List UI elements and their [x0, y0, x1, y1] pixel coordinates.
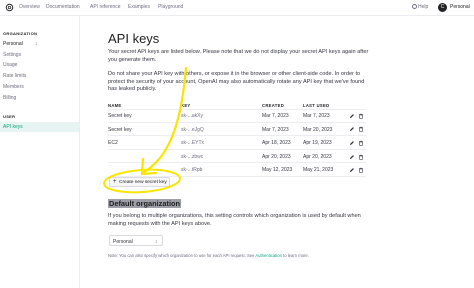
column-header-created: CREATED: [262, 103, 285, 108]
warning-text: Do not share your API key with others, o…: [108, 71, 365, 93]
note-prefix: Note: You can also specify which organiz…: [108, 253, 256, 258]
table-divider: [108, 135, 366, 137]
annotation-arrowhead: [140, 157, 158, 176]
trash-icon[interactable]: [358, 113, 364, 119]
edit-icon[interactable]: [349, 113, 355, 119]
table-divider: [108, 162, 366, 164]
organization-selector[interactable]: Personal ↕: [3, 41, 41, 48]
table-divider: [108, 121, 366, 123]
key-value-cell: sk-...eJgQ: [181, 126, 204, 133]
create-secret-key-label: Create new secret key: [119, 180, 167, 186]
table-divider: [108, 148, 366, 150]
default-organization-select[interactable]: Personal ↕: [109, 235, 163, 246]
nav-api-reference[interactable]: API reference: [90, 4, 121, 10]
trash-icon[interactable]: [358, 140, 364, 146]
last-used-date-cell: Apr 20, 2023: [303, 153, 332, 160]
trash-icon[interactable]: [358, 167, 364, 173]
last-used-date-cell: Apr 19, 2023: [303, 140, 332, 147]
edit-icon[interactable]: [349, 140, 355, 146]
last-used-date-cell: May 21, 2023: [303, 167, 334, 174]
nav-overview[interactable]: Overview: [19, 4, 40, 10]
sidebar-section-user: USER: [3, 114, 16, 119]
sidebar-section-organization: ORGANIZATION: [3, 31, 38, 36]
default-organization-description: If you belong to multiple organizations,…: [108, 213, 361, 227]
note-suffix: to learn more.: [281, 253, 309, 258]
sidebar-item-label: API keys: [3, 124, 23, 130]
trash-icon[interactable]: [358, 154, 364, 160]
sidebar-item-api-keys[interactable]: API keys: [0, 122, 79, 132]
sidebar-item-members[interactable]: Members: [3, 84, 24, 90]
default-organization-title: Default organization: [108, 199, 182, 208]
nav-documentation[interactable]: Documentation: [46, 4, 80, 10]
chevron-updown-icon: ↕: [35, 41, 38, 47]
note-text: Note: You can also specify which organiz…: [108, 253, 309, 258]
trash-icon[interactable]: [358, 126, 364, 132]
avatar[interactable]: C: [438, 3, 447, 12]
top-navigation-bar: Overview Documentation API reference Exa…: [0, 0, 474, 16]
last-used-date-cell: Mar 7, 2023: [303, 113, 330, 119]
account-name[interactable]: Personal: [450, 4, 470, 10]
key-value-cell: sk-...tRpb: [181, 167, 203, 174]
openai-logo-icon[interactable]: [5, 3, 14, 12]
default-organization-value: Personal: [113, 239, 133, 245]
column-header-key: KEY: [181, 103, 191, 108]
plus-icon: +: [113, 179, 117, 185]
sidebar-item-settings[interactable]: Settings: [3, 52, 21, 58]
column-header-name: NAME: [108, 103, 122, 108]
chevron-updown-icon: ↕: [155, 238, 158, 245]
help-link[interactable]: Help: [412, 4, 428, 10]
created-date-cell: Apr 20, 2023: [262, 153, 291, 160]
key-value-cell: sk-...EYTx: [181, 140, 205, 147]
authentication-link[interactable]: Authentication: [255, 253, 282, 258]
page-title: API keys: [108, 31, 160, 46]
key-name-cell: Secret key: [108, 113, 132, 119]
sidebar-item-rate-limits[interactable]: Rate limits: [3, 73, 26, 79]
sidebar-item-usage[interactable]: Usage: [3, 62, 17, 68]
column-header-last-used: LAST USED: [303, 103, 330, 108]
intro-text: Your secret API keys are listed below. P…: [108, 49, 369, 63]
table-divider: [108, 109, 366, 110]
nav-examples[interactable]: Examples: [128, 4, 150, 10]
key-name-cell: Secret key: [108, 126, 132, 133]
last-used-date-cell: Mar 20, 2023: [303, 126, 333, 133]
key-name-cell: EC2: [108, 140, 118, 147]
sidebar-item-billing[interactable]: Billing: [3, 95, 16, 101]
edit-icon[interactable]: [349, 126, 355, 132]
created-date-cell: Mar 7, 2023: [262, 126, 289, 133]
edit-icon[interactable]: [349, 154, 355, 160]
created-date-cell: Apr 18, 2023: [262, 140, 291, 147]
created-date-cell: May 12, 2023: [262, 167, 293, 174]
key-value-cell: sk-...zbwc: [181, 153, 204, 160]
edit-icon[interactable]: [349, 167, 355, 173]
created-date-cell: Mar 7, 2023: [262, 113, 289, 119]
sidebar: ORGANIZATION Personal ↕ Settings Usage R…: [0, 16, 80, 288]
help-icon: [412, 4, 417, 9]
nav-playground[interactable]: Playground: [158, 4, 183, 10]
help-label: Help: [418, 4, 429, 10]
create-secret-key-button[interactable]: + Create new secret key: [109, 177, 170, 187]
key-value-cell: sk-...akXy: [181, 113, 203, 119]
organization-name: Personal: [3, 41, 23, 47]
